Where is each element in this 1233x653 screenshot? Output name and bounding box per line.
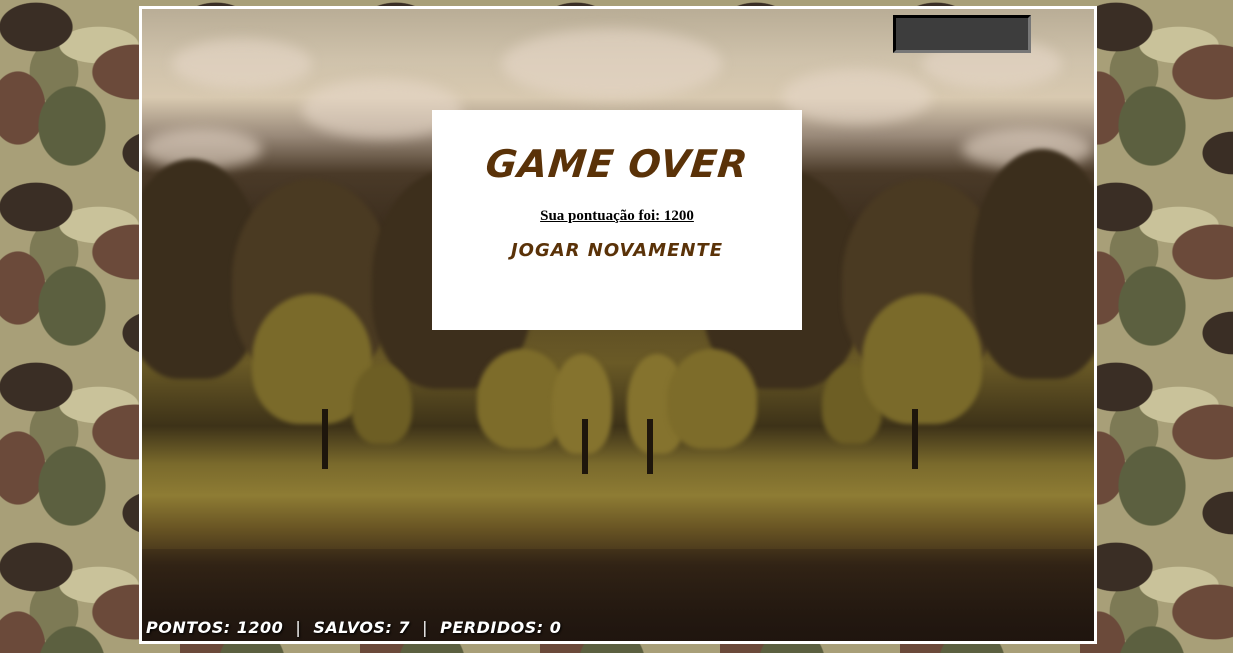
game-area: GAME OVER Sua pontuação foi: 1200 JOGAR … bbox=[139, 6, 1097, 644]
points-label: PONTOS: bbox=[146, 618, 231, 637]
tree bbox=[862, 294, 982, 424]
game-over-title: GAME OVER bbox=[483, 142, 751, 186]
tree bbox=[972, 149, 1094, 379]
saved-label: SALVOS: bbox=[313, 618, 393, 637]
final-score-link[interactable]: Sua pontuação foi: 1200 bbox=[432, 208, 802, 225]
cloud bbox=[502, 29, 722, 99]
hud-separator: | bbox=[422, 618, 429, 637]
lost-value: 0 bbox=[549, 618, 562, 637]
tree bbox=[352, 364, 412, 444]
lost-label: PERDIDOS: bbox=[440, 618, 544, 637]
points-value: 1200 bbox=[236, 618, 284, 637]
tree bbox=[667, 349, 757, 449]
play-again-button[interactable]: JOGAR NOVAMENTE bbox=[511, 240, 723, 261]
tree-trunk bbox=[582, 419, 588, 474]
cloud bbox=[172, 39, 312, 89]
top-right-panel bbox=[893, 15, 1031, 53]
tree-trunk bbox=[647, 419, 653, 474]
hud-scoreboard: PONTOS: 1200 | SALVOS: 7 | PERDIDOS: 0 bbox=[146, 618, 561, 637]
saved-value: 7 bbox=[398, 618, 411, 637]
tree-trunk bbox=[322, 409, 328, 469]
hud-separator: | bbox=[295, 618, 302, 637]
cloud bbox=[782, 69, 932, 124]
game-over-panel: GAME OVER Sua pontuação foi: 1200 JOGAR … bbox=[432, 110, 802, 330]
tree-trunk bbox=[912, 409, 918, 469]
